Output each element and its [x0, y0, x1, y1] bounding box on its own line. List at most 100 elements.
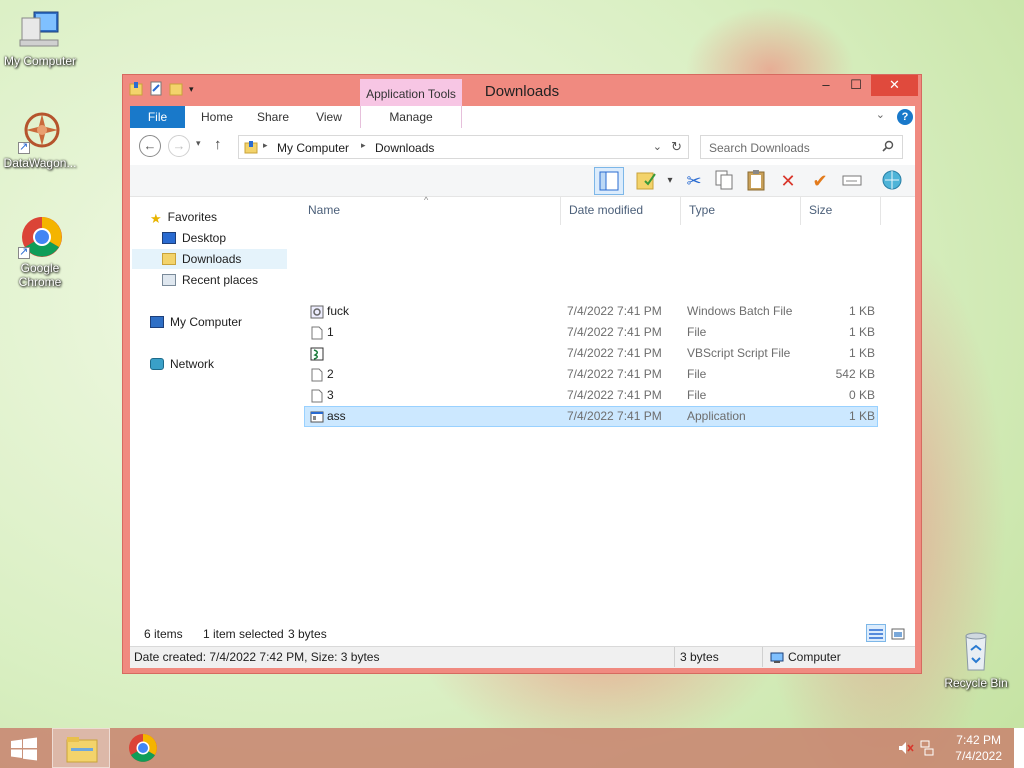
column-header-date-modified[interactable]: Date modified — [569, 203, 643, 217]
sort-ascending-icon: ^ — [424, 195, 429, 205]
up-arrow-icon[interactable]: ↑ — [214, 136, 222, 153]
clock-time: 7:42 PM — [956, 733, 1001, 747]
desktop-icon-recycle-bin[interactable]: Recycle Bin — [936, 630, 1016, 690]
forward-button[interactable]: → — [168, 135, 190, 157]
nav-item-desktop[interactable]: Desktop — [162, 228, 226, 248]
file-icon — [310, 389, 324, 403]
file-row[interactable]: 7/4/2022 7:41 PM VBScript Script File 1 … — [304, 343, 878, 364]
command-toolbar: ▾ ✂ ✕ ✔ — [130, 165, 915, 197]
back-button[interactable]: ← — [139, 135, 161, 157]
status-bar: 6 items 1 item selected 3 bytes — [130, 622, 915, 646]
column-divider[interactable] — [680, 197, 681, 225]
search-placeholder: Search Downloads — [709, 141, 810, 155]
file-row[interactable]: fuck 7/4/2022 7:41 PM Windows Batch File… — [304, 301, 878, 322]
details-bar: Date created: 7/4/2022 7:42 PM, Size: 3 … — [130, 646, 915, 668]
title-bar[interactable]: ▾ Application Tools Downloads ‒ ☐ ✕ — [123, 75, 921, 107]
file-type: VBScript Script File — [687, 346, 791, 360]
volume-muted-icon[interactable] — [898, 741, 914, 758]
nav-item-recent-places[interactable]: Recent places — [162, 270, 258, 290]
star-icon: ★ — [150, 211, 162, 226]
shortcut-arrow-icon — [18, 245, 30, 259]
column-header-type[interactable]: Type — [689, 203, 715, 217]
address-dropdown-icon[interactable]: ⌄ — [653, 140, 662, 153]
address-bar[interactable]: ▸ My Computer ▸ Downloads ⌄ ↻ — [238, 135, 689, 159]
desktop-icon-label-line1: Google — [20, 261, 60, 275]
column-header-size[interactable]: Size — [809, 203, 832, 217]
refresh-icon[interactable]: ↻ — [671, 139, 682, 155]
window-title: Downloads — [484, 83, 560, 100]
properties-folder-icon[interactable] — [634, 169, 658, 193]
file-row-selected[interactable]: ass 7/4/2022 7:41 PM Application 1 KB — [304, 406, 878, 427]
taskbar-file-explorer[interactable] — [52, 728, 110, 768]
nav-item-favorites[interactable]: ★ Favorites — [150, 207, 217, 227]
rename-check-icon[interactable]: ✔ — [808, 169, 832, 193]
file-icon — [310, 368, 324, 382]
tab-file[interactable]: File — [130, 106, 185, 128]
rename-box-icon[interactable] — [840, 169, 864, 193]
desktop-icon-datawagon[interactable]: DataWagon... — [0, 110, 80, 170]
nav-item-network[interactable]: Network — [150, 354, 214, 374]
file-date: 7/4/2022 7:41 PM — [567, 367, 662, 381]
recent-locations-dropdown-icon[interactable]: ▾ — [196, 138, 201, 149]
recycle-bin-icon — [954, 630, 998, 674]
large-icons-view-button[interactable] — [888, 624, 908, 642]
file-size: 542 KB — [835, 367, 875, 381]
ribbon-expand-icon[interactable]: ⌄ — [876, 108, 885, 121]
taskbar-google-chrome[interactable] — [114, 728, 172, 768]
desktop-icon-google-chrome[interactable]: Google Chrome — [0, 215, 80, 289]
minimize-button[interactable]: ‒ — [813, 75, 839, 96]
tab-manage[interactable]: Manage — [360, 106, 462, 128]
nav-item-my-computer[interactable]: My Computer — [150, 312, 242, 332]
computer-icon — [770, 650, 784, 663]
desktop-icon-my-computer[interactable]: My Computer — [0, 8, 80, 68]
tab-view[interactable]: View — [304, 106, 354, 128]
explorer-window: ▾ Application Tools Downloads ‒ ☐ ✕ File… — [122, 74, 922, 674]
details-view-button[interactable] — [866, 624, 886, 642]
options-dropdown-icon[interactable]: ▾ — [658, 169, 682, 193]
file-icon — [310, 326, 324, 340]
file-date: 7/4/2022 7:41 PM — [567, 346, 662, 360]
close-button[interactable]: ✕ — [871, 75, 918, 96]
details-location: Computer — [788, 650, 841, 664]
maximize-button[interactable]: ☐ — [843, 75, 869, 96]
copy-icon[interactable] — [712, 169, 736, 193]
globe-icon[interactable] — [880, 169, 904, 193]
column-divider[interactable] — [800, 197, 801, 225]
breadcrumb-my-computer[interactable]: My Computer — [277, 141, 349, 155]
file-row[interactable]: 2 7/4/2022 7:41 PM File 542 KB — [304, 364, 878, 385]
tray-clock[interactable]: 7:42 PM 7/4/2022 — [955, 732, 1002, 764]
network-tray-icon[interactable] — [920, 740, 934, 759]
file-row[interactable]: 1 7/4/2022 7:41 PM File 1 KB — [304, 322, 878, 343]
breadcrumb-separator-icon: ▸ — [263, 140, 268, 150]
show-desktop-button[interactable] — [1014, 728, 1024, 768]
search-box[interactable]: Search Downloads — [700, 135, 903, 159]
desktop-icon — [162, 232, 176, 244]
file-name: 1 — [327, 325, 334, 339]
application-icon — [310, 410, 324, 424]
file-size: 0 KB — [848, 388, 875, 402]
breadcrumb-separator-icon: ▸ — [361, 140, 366, 150]
file-date: 7/4/2022 7:41 PM — [567, 409, 662, 423]
column-divider[interactable] — [560, 197, 561, 225]
delete-icon[interactable]: ✕ — [776, 169, 800, 193]
tab-share[interactable]: Share — [248, 106, 298, 128]
help-icon[interactable]: ? — [897, 109, 913, 125]
datawagon-icon — [18, 110, 62, 154]
start-button[interactable] — [10, 737, 38, 761]
search-icon[interactable] — [882, 140, 894, 155]
file-row[interactable]: 3 7/4/2022 7:41 PM File 0 KB — [304, 385, 878, 406]
breadcrumb-downloads[interactable]: Downloads — [375, 141, 434, 155]
preview-pane-button[interactable] — [594, 167, 624, 195]
tab-home[interactable]: Home — [192, 106, 242, 128]
network-icon — [150, 358, 164, 370]
column-header-name[interactable]: Name — [308, 203, 340, 217]
cut-icon[interactable]: ✂ — [682, 169, 706, 193]
status-selected: 1 item selected — [203, 627, 284, 641]
nav-item-downloads[interactable]: Downloads — [132, 249, 287, 269]
desktop-icon-label: My Computer — [3, 54, 77, 68]
paste-icon[interactable] — [744, 169, 768, 193]
column-divider[interactable] — [880, 197, 881, 225]
file-size: 1 KB — [848, 304, 875, 318]
nav-label: My Computer — [170, 315, 243, 329]
file-date: 7/4/2022 7:41 PM — [567, 304, 662, 318]
